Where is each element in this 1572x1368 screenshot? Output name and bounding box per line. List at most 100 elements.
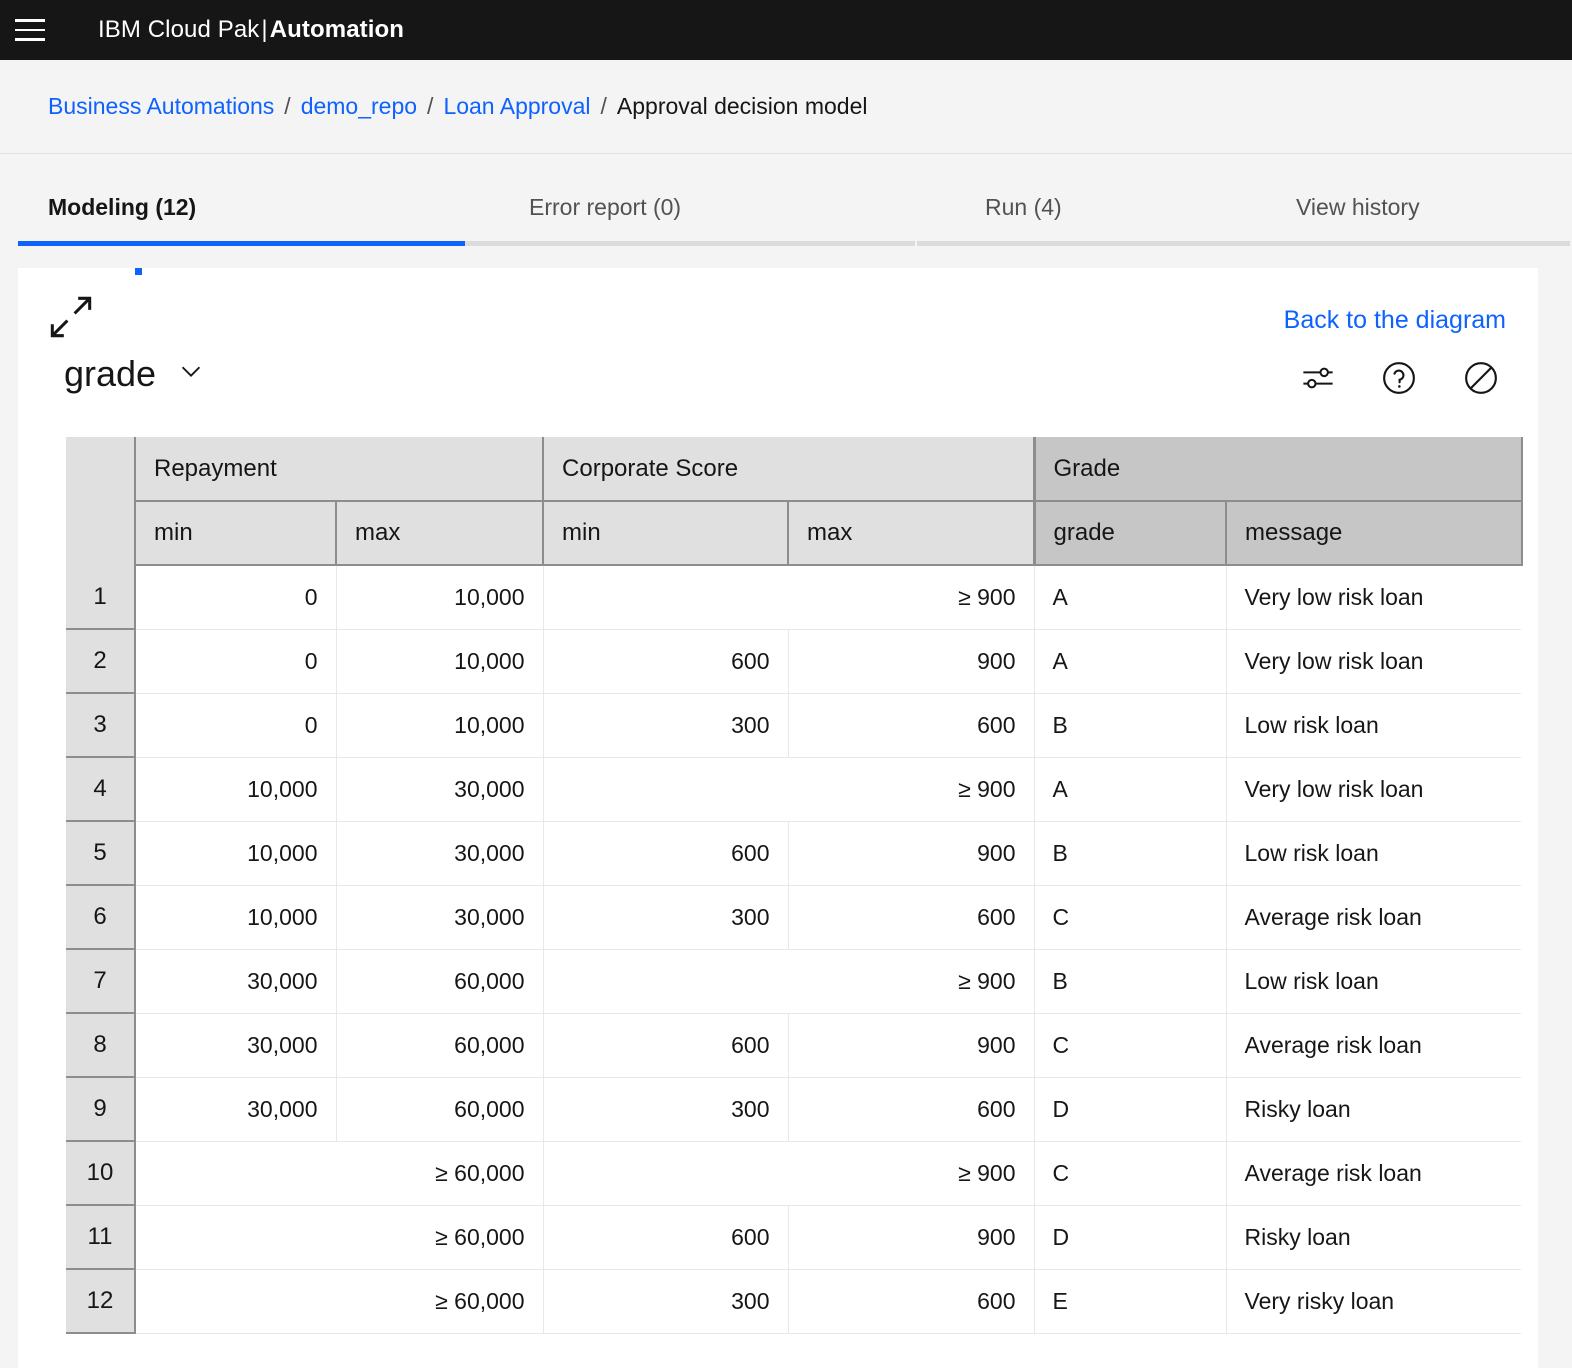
cell-grade[interactable]: A (1034, 757, 1227, 822)
table-row[interactable]: 11 ≥ 60,000 600 900 D Risky loan (66, 1205, 1524, 1270)
cell-score-range[interactable]: ≥ 900 (543, 949, 1035, 1014)
cell-score-range[interactable]: ≥ 900 (543, 564, 1035, 630)
cell-repayment-min[interactable]: 0 (135, 564, 337, 630)
group-header-repayment[interactable]: Repayment ↑↓ (135, 437, 545, 501)
cell-grade[interactable]: C (1034, 885, 1227, 950)
table-row[interactable]: 2 0 10,000 600 900 A Very low risk loan (66, 629, 1524, 694)
table-row[interactable]: 3 0 10,000 300 600 B Low risk loan (66, 693, 1524, 758)
tab-error-report[interactable]: Error report (0) (465, 174, 915, 246)
row-number-cell[interactable]: 8 (66, 1013, 136, 1078)
cell-score-min[interactable]: 300 (543, 1269, 789, 1334)
cell-repayment-min[interactable]: 30,000 (135, 1013, 337, 1078)
cell-score-min[interactable]: 300 (543, 693, 789, 758)
cell-grade[interactable]: B (1034, 693, 1227, 758)
cell-message[interactable]: Very risky loan (1226, 1269, 1524, 1334)
cell-score-min[interactable]: 300 (543, 885, 789, 950)
cell-repayment-max[interactable]: 60,000 (336, 949, 544, 1014)
row-number-cell[interactable]: 12 (66, 1269, 136, 1334)
cell-score-range[interactable]: ≥ 900 (543, 757, 1035, 822)
table-row[interactable]: 9 30,000 60,000 300 600 D Risky loan (66, 1077, 1524, 1142)
sort-updown-icon-corporate-score[interactable]: ↑↓ (1006, 496, 1029, 501)
cell-repayment-max[interactable]: 10,000 (336, 629, 544, 694)
subheader-score-min[interactable]: min (543, 500, 790, 566)
cell-grade[interactable]: B (1034, 949, 1227, 1014)
table-row[interactable]: 4 10,000 30,000 ≥ 900 A Very low risk loan (66, 757, 1524, 822)
cell-grade[interactable]: D (1034, 1205, 1227, 1270)
cell-repayment-max[interactable]: 60,000 (336, 1077, 544, 1142)
cell-grade[interactable]: D (1034, 1077, 1227, 1142)
cell-repayment-max[interactable]: 30,000 (336, 821, 544, 886)
cell-repayment-min[interactable]: 10,000 (135, 885, 337, 950)
cell-message[interactable]: Average risk loan (1226, 1141, 1524, 1206)
subheader-grade[interactable]: grade (1032, 500, 1228, 566)
table-row[interactable]: 12 ≥ 60,000 300 600 E Very risky loan (66, 1269, 1524, 1334)
cell-grade[interactable]: B (1034, 821, 1227, 886)
help-circle-icon[interactable] (1380, 359, 1418, 397)
cell-score-min[interactable]: 600 (543, 1013, 789, 1078)
settings-sliders-icon[interactable] (1300, 360, 1336, 396)
cell-grade[interactable]: C (1034, 1013, 1227, 1078)
cell-repayment-max[interactable]: 10,000 (336, 564, 544, 630)
back-to-diagram-link[interactable]: Back to the diagram (1284, 294, 1506, 335)
cell-repayment-min[interactable]: 0 (135, 629, 337, 694)
cell-repayment-max[interactable]: 10,000 (336, 693, 544, 758)
row-number-cell[interactable]: 10 (66, 1141, 136, 1206)
row-number-cell[interactable]: 11 (66, 1205, 136, 1270)
group-header-grade[interactable]: Grade (1032, 437, 1524, 501)
subheader-message[interactable]: message (1226, 500, 1524, 566)
cell-score-min[interactable]: 600 (543, 1205, 789, 1270)
cell-grade[interactable]: A (1034, 629, 1227, 694)
cell-repayment-range[interactable]: ≥ 60,000 (135, 1205, 544, 1270)
cell-score-min[interactable]: 300 (543, 1077, 789, 1142)
cell-score-max[interactable]: 900 (788, 1013, 1035, 1078)
cell-message[interactable]: Very low risk loan (1226, 564, 1524, 630)
cell-grade[interactable]: E (1034, 1269, 1227, 1334)
row-number-cell[interactable]: 4 (66, 757, 136, 822)
table-row[interactable]: 10 ≥ 60,000 ≥ 900 C Average risk loan (66, 1141, 1524, 1206)
tab-modeling[interactable]: Modeling (12) (18, 174, 465, 246)
cell-message[interactable]: Very low risk loan (1226, 757, 1524, 822)
row-number-cell[interactable]: 9 (66, 1077, 136, 1142)
table-row[interactable]: 1 0 10,000 ≥ 900 A Very low risk loan (66, 564, 1524, 630)
breadcrumb-item-loan-approval[interactable]: Loan Approval (443, 93, 590, 120)
sort-updown-icon-repayment[interactable]: ↑↓ (515, 496, 538, 501)
cell-score-max[interactable]: 600 (788, 1269, 1035, 1334)
cell-grade[interactable]: A (1034, 564, 1227, 630)
cell-score-max[interactable]: 600 (788, 1077, 1035, 1142)
expand-diagonal-icon[interactable] (48, 294, 94, 345)
cell-score-max[interactable]: 900 (788, 821, 1035, 886)
table-row[interactable]: 6 10,000 30,000 300 600 C Average risk loan (66, 885, 1524, 950)
cell-repayment-max[interactable]: 30,000 (336, 757, 544, 822)
cell-repayment-range[interactable]: ≥ 60,000 (135, 1269, 544, 1334)
row-number-cell[interactable]: 3 (66, 693, 136, 758)
cell-score-range[interactable]: ≥ 900 (543, 1141, 1035, 1206)
breadcrumb-item-demo-repo[interactable]: demo_repo (301, 93, 417, 120)
cell-message[interactable]: Very low risk loan (1226, 629, 1524, 694)
cell-repayment-min[interactable]: 10,000 (135, 821, 337, 886)
group-header-corporate-score[interactable]: Corporate Score ↑↓ (543, 437, 1036, 501)
row-number-cell[interactable]: 2 (66, 629, 136, 694)
cell-score-max[interactable]: 600 (788, 693, 1035, 758)
cell-score-max[interactable]: 900 (788, 629, 1035, 694)
row-number-cell[interactable]: 7 (66, 949, 136, 1014)
row-number-cell[interactable]: 1 (66, 565, 136, 630)
cell-score-min[interactable]: 600 (543, 821, 789, 886)
subheader-score-max[interactable]: max (788, 500, 1036, 566)
cell-score-max[interactable]: 900 (788, 1205, 1035, 1270)
cell-message[interactable]: Low risk loan (1226, 821, 1524, 886)
cell-message[interactable]: Average risk loan (1226, 885, 1524, 950)
cell-message[interactable]: Average risk loan (1226, 1013, 1524, 1078)
tab-run[interactable]: Run (4) (915, 174, 1240, 246)
cell-message[interactable]: Low risk loan (1226, 693, 1524, 758)
cell-score-max[interactable]: 600 (788, 885, 1035, 950)
subheader-repayment-max[interactable]: max (336, 500, 545, 566)
breadcrumb-item-business-automations[interactable]: Business Automations (48, 93, 274, 120)
table-row[interactable]: 5 10,000 30,000 600 900 B Low risk loan (66, 821, 1524, 886)
cell-message[interactable]: Risky loan (1226, 1077, 1524, 1142)
table-row[interactable]: 7 30,000 60,000 ≥ 900 B Low risk loan (66, 949, 1524, 1014)
cell-repayment-max[interactable]: 60,000 (336, 1013, 544, 1078)
chevron-down-icon[interactable] (176, 356, 206, 391)
cell-repayment-min[interactable]: 30,000 (135, 949, 337, 1014)
cell-repayment-min[interactable]: 0 (135, 693, 337, 758)
cell-repayment-range[interactable]: ≥ 60,000 (135, 1141, 544, 1206)
